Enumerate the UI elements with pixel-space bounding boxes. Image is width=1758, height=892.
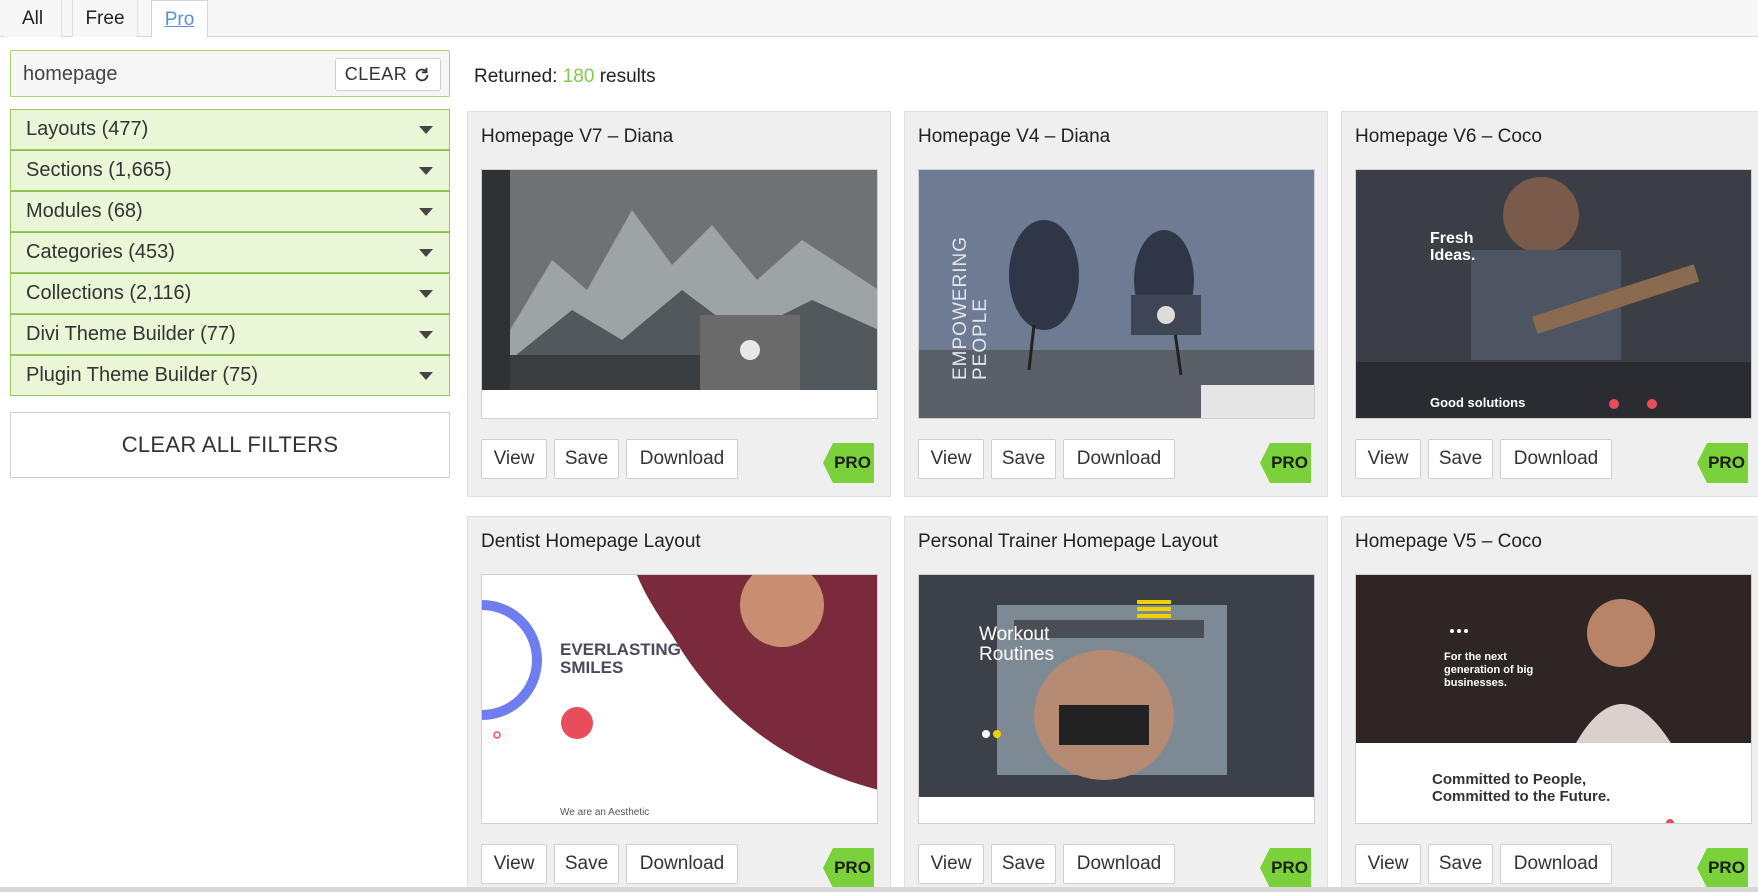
filter-sections[interactable]: Sections (1,665) xyxy=(10,150,450,191)
horizontal-scrollbar[interactable] xyxy=(0,887,1758,892)
pro-badge: PRO xyxy=(1260,848,1311,888)
tab-pro[interactable]: Pro xyxy=(151,0,208,38)
caret-down-icon xyxy=(419,371,433,380)
layout-card: Homepage V7 – Diana View Save Download P… xyxy=(467,111,891,497)
trainer-preview-image xyxy=(919,575,1314,823)
preview-subheadline: Good solutions xyxy=(1430,395,1526,410)
preview-headline: Fresh Ideas. xyxy=(1430,230,1476,264)
filter-label: Collections (2,116) xyxy=(26,282,192,304)
caret-down-icon xyxy=(419,330,433,339)
card-title: Homepage V4 – Diana xyxy=(918,126,1111,147)
view-button[interactable]: View xyxy=(481,439,547,479)
filter-label: Divi Theme Builder (77) xyxy=(26,323,236,345)
preview-headline: For the next generation of big businesse… xyxy=(1444,651,1534,689)
card-title: Personal Trainer Homepage Layout xyxy=(918,531,1218,552)
results-prefix: Returned: xyxy=(474,66,558,87)
mountain-preview-image xyxy=(482,170,877,418)
tab-free[interactable]: Free xyxy=(72,0,138,37)
caret-down-icon xyxy=(419,125,433,134)
filter-categories[interactable]: Categories (453) xyxy=(10,232,450,273)
filter-list: Layouts (477) Sections (1,665) Modules (… xyxy=(10,109,450,396)
download-button[interactable]: Download xyxy=(1063,844,1175,884)
save-button[interactable]: Save xyxy=(991,844,1056,884)
download-button[interactable]: Download xyxy=(1500,439,1612,479)
layout-card: Personal Trainer Homepage Layout Workout… xyxy=(904,516,1328,892)
tab-all[interactable]: All xyxy=(4,0,62,37)
search-box: CLEAR xyxy=(10,50,450,97)
view-button[interactable]: View xyxy=(481,844,547,884)
save-button[interactable]: Save xyxy=(1428,439,1493,479)
card-title: Homepage V5 – Coco xyxy=(1355,531,1542,552)
pro-badge: PRO xyxy=(1697,848,1748,888)
view-button[interactable]: View xyxy=(1355,844,1421,884)
guitarist-preview-image xyxy=(1356,170,1751,418)
download-button[interactable]: Download xyxy=(1500,844,1612,884)
filter-layouts[interactable]: Layouts (477) xyxy=(10,109,450,150)
filter-modules[interactable]: Modules (68) xyxy=(10,191,450,232)
refresh-icon xyxy=(415,67,429,81)
preview-subheadline: Committed to People, Committed to the Fu… xyxy=(1432,771,1611,805)
save-button[interactable]: Save xyxy=(554,844,619,884)
preview-subheadline: We are an Aesthetic xyxy=(560,807,650,818)
filter-label: Sections (1,665) xyxy=(26,159,172,181)
filter-collections[interactable]: Collections (2,116) xyxy=(10,273,450,314)
dentist-preview-image xyxy=(482,575,877,823)
save-button[interactable]: Save xyxy=(554,439,619,479)
preview-headline: EMPOWERING PEOPLE xyxy=(950,235,991,380)
layout-card: Homepage V5 – Coco For the next generati… xyxy=(1341,516,1758,892)
layout-card: Homepage V4 – Diana EMPOWERING PEOPLE Vi… xyxy=(904,111,1328,497)
card-title: Dentist Homepage Layout xyxy=(481,531,701,552)
caret-down-icon xyxy=(419,248,433,257)
preview-headline: EVERLASTING SMILES xyxy=(560,640,681,677)
layout-preview-image[interactable]: EVERLASTING SMILES We are an Aesthetic xyxy=(481,574,878,824)
filter-label: Modules (68) xyxy=(26,200,143,222)
layout-preview-image[interactable]: For the next generation of big businesse… xyxy=(1355,574,1752,824)
view-button[interactable]: View xyxy=(918,844,984,884)
caret-down-icon xyxy=(419,207,433,216)
layout-preview-image[interactable]: Fresh Ideas. Good solutions xyxy=(1355,169,1752,419)
results-suffix: results xyxy=(599,66,656,87)
layout-preview-image[interactable]: EMPOWERING PEOPLE xyxy=(918,169,1315,419)
pro-badge: PRO xyxy=(1260,443,1311,483)
clear-search-button[interactable]: CLEAR xyxy=(335,58,441,91)
download-button[interactable]: Download xyxy=(626,844,738,884)
download-button[interactable]: Download xyxy=(1063,439,1175,479)
save-button[interactable]: Save xyxy=(991,439,1056,479)
filter-divi-theme-builder[interactable]: Divi Theme Builder (77) xyxy=(10,314,450,355)
download-button[interactable]: Download xyxy=(626,439,738,479)
filter-label: Layouts (477) xyxy=(26,118,149,140)
library-tabs: All Free Pro xyxy=(0,0,1758,38)
filter-label: Plugin Theme Builder (75) xyxy=(26,364,258,386)
pro-badge: PRO xyxy=(1697,443,1748,483)
filter-label: Categories (453) xyxy=(26,241,175,263)
layout-preview-image[interactable] xyxy=(481,169,878,419)
caret-down-icon xyxy=(419,289,433,298)
search-input[interactable] xyxy=(23,59,323,89)
preview-headline: Workout Routines xyxy=(979,624,1054,665)
layout-card: Homepage V6 – Coco Fresh Ideas. Good sol… xyxy=(1341,111,1758,497)
card-title: Homepage V7 – Diana xyxy=(481,126,674,147)
filter-plugin-theme-builder[interactable]: Plugin Theme Builder (75) xyxy=(10,355,450,396)
pro-badge: PRO xyxy=(823,443,874,483)
clear-all-filters-button[interactable]: CLEAR ALL FILTERS xyxy=(10,412,450,478)
caret-down-icon xyxy=(419,166,433,175)
clear-label: CLEAR xyxy=(344,64,408,84)
view-button[interactable]: View xyxy=(918,439,984,479)
results-count: 180 xyxy=(562,66,595,87)
layout-card: Dentist Homepage Layout EVERLASTING SMIL… xyxy=(467,516,891,892)
save-button[interactable]: Save xyxy=(1428,844,1493,884)
layout-preview-image[interactable]: Workout Routines xyxy=(918,574,1315,824)
card-title: Homepage V6 – Coco xyxy=(1355,126,1542,147)
view-button[interactable]: View xyxy=(1355,439,1421,479)
results-summary: Returned: 180 results xyxy=(474,66,656,88)
pro-badge: PRO xyxy=(823,848,874,888)
